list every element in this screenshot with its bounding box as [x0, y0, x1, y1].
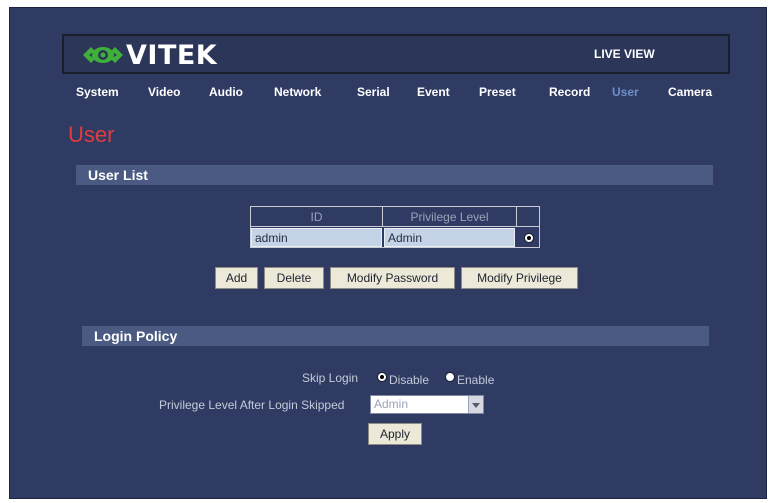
enable-label: Enable: [457, 373, 495, 387]
delete-button[interactable]: Delete: [264, 267, 324, 289]
apply-button[interactable]: Apply: [368, 423, 422, 445]
column-header-select: [517, 207, 539, 227]
row-select-radio[interactable]: [524, 233, 534, 243]
nav-item-system[interactable]: System: [76, 85, 119, 99]
table-cell-privilege: Admin: [384, 228, 515, 247]
nav-item-user[interactable]: User: [612, 85, 639, 99]
live-view-link[interactable]: LIVE VIEW: [594, 47, 655, 61]
nav-item-serial[interactable]: Serial: [357, 85, 390, 99]
skip-login-label: Skip Login: [302, 371, 359, 385]
nav-item-network[interactable]: Network: [274, 85, 321, 99]
nav-item-camera[interactable]: Camera: [668, 85, 712, 99]
chevron-down-icon[interactable]: [468, 396, 483, 413]
header-bar: VITEK LIVE VIEW: [62, 34, 730, 74]
modify-privilege-button[interactable]: Modify Privilege: [461, 267, 578, 289]
page-title: User: [68, 122, 115, 147]
table-cell-id: admin: [251, 228, 382, 247]
top-nav: System Video Audio Network Serial Event …: [0, 85, 769, 101]
skip-login-enable-radio[interactable]: [445, 372, 455, 382]
nav-item-preset[interactable]: Preset: [479, 85, 516, 99]
skip-login-disable-radio[interactable]: [377, 372, 387, 382]
column-header-id: ID: [251, 207, 383, 227]
modify-password-button[interactable]: Modify Password: [330, 267, 455, 289]
user-list-heading: User List: [76, 165, 713, 185]
nav-item-video[interactable]: Video: [148, 85, 180, 99]
nav-item-audio[interactable]: Audio: [209, 85, 243, 99]
privilege-after-login-label: Privilege Level After Login Skipped: [159, 398, 345, 412]
eye-logo-icon: [83, 47, 123, 63]
logo: VITEK: [82, 39, 217, 71]
privilege-level-select[interactable]: Admin: [370, 395, 484, 414]
nav-item-event[interactable]: Event: [417, 85, 450, 99]
privilege-level-value: Admin: [374, 397, 409, 411]
logo-text: VITEK: [126, 39, 218, 71]
column-header-privilege: Privilege Level: [383, 207, 517, 227]
user-table: ID Privilege Level admin Admin: [250, 206, 540, 248]
nav-item-record[interactable]: Record: [549, 85, 590, 99]
login-policy-heading: Login Policy: [82, 326, 709, 346]
disable-label: Disable: [389, 373, 430, 387]
add-button[interactable]: Add: [215, 267, 258, 289]
